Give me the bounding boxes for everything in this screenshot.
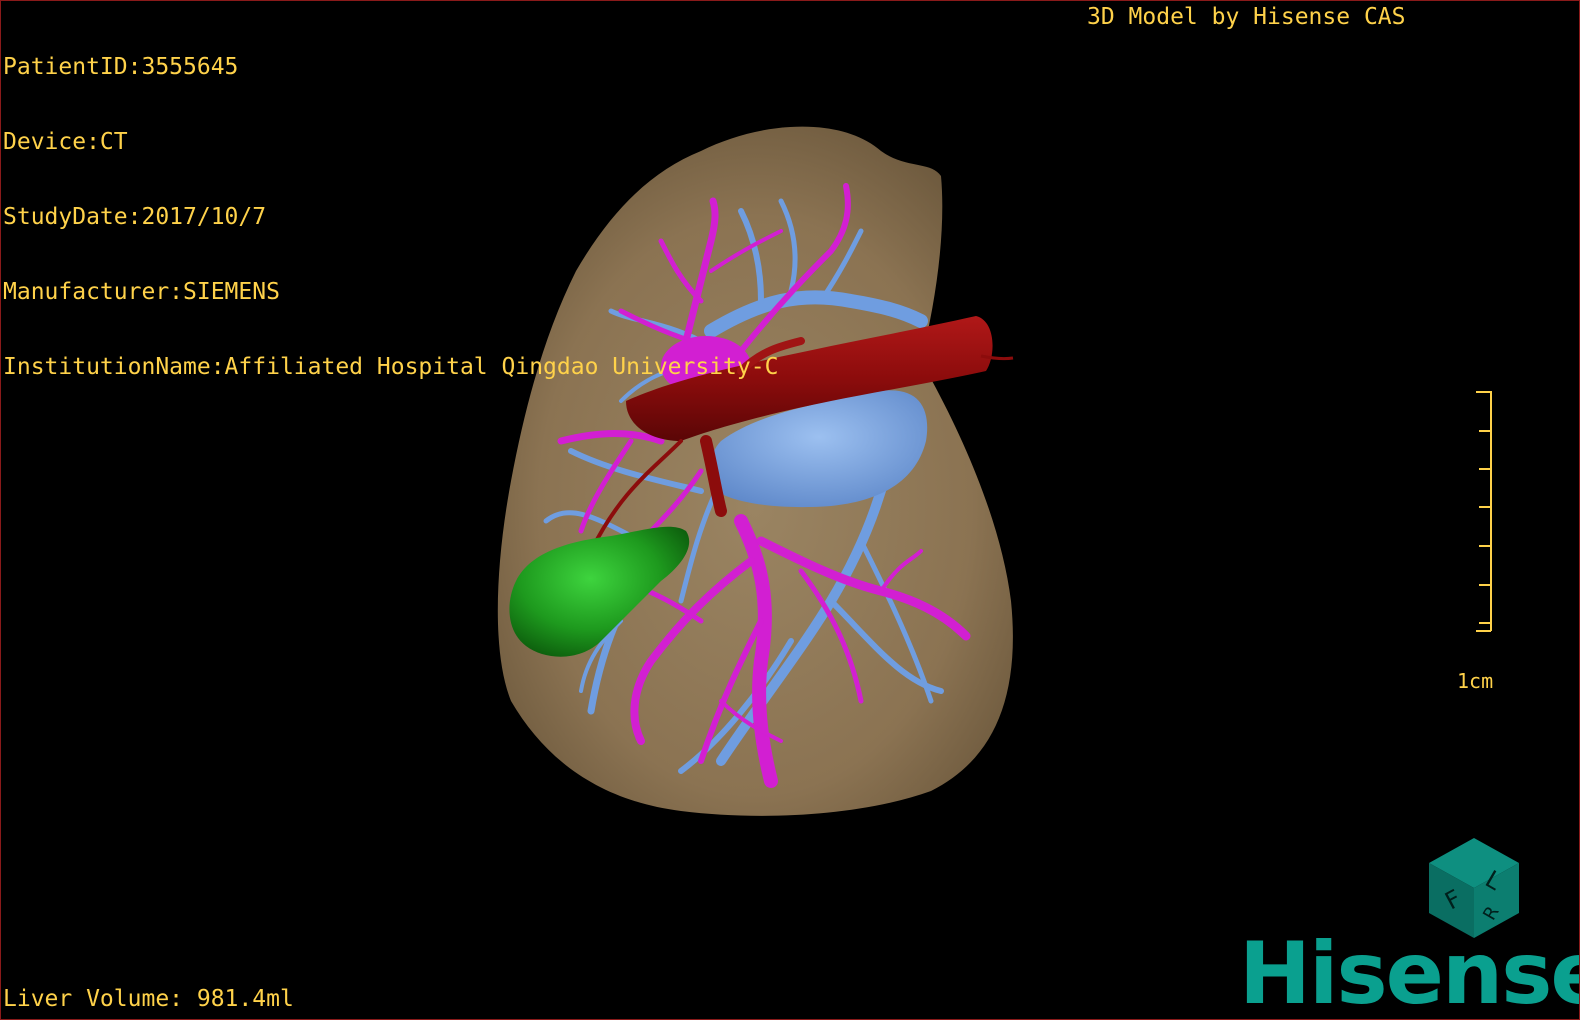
patient-id-text: PatientID:3555645 [3,54,239,80]
viewer-title: 3D Model by Hisense CAS [1087,4,1406,30]
institution-text: InstitutionName:Affiliated Hospital Qing… [3,354,779,380]
device-text: Device:CT [3,129,128,155]
scale-bar [1476,391,1492,632]
scale-label: 1cm [1457,669,1494,693]
study-date-text: StudyDate:2017/10/7 [3,204,267,230]
manufacturer-text: Manufacturer:SIEMENS [3,279,280,305]
patient-info-overlay: PatientID:3555645 Device:CT StudyDate:20… [3,5,778,430]
liver-volume-text: Liver Volume: 981.4ml [3,986,294,1012]
hisense-logo: Hisense [1239,924,1580,1020]
3d-viewport[interactable]: PatientID:3555645 Device:CT StudyDate:20… [0,0,1580,1020]
